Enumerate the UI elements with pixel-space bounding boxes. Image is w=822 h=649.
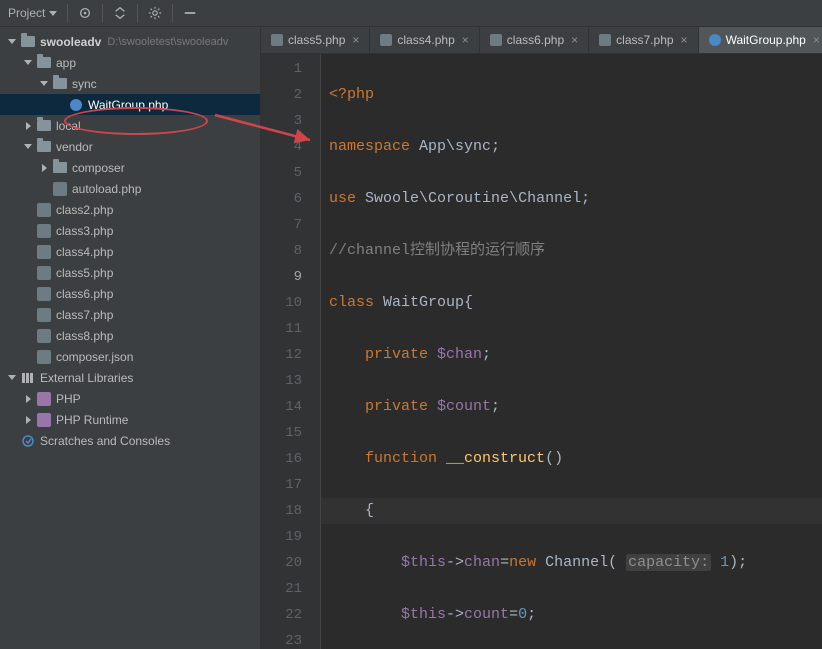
folder-vendor[interactable]: vendor: [0, 136, 260, 157]
php-icon: [37, 392, 51, 406]
tab-class7[interactable]: class7.php×: [589, 27, 698, 53]
close-icon[interactable]: ×: [571, 33, 578, 47]
file-class5[interactable]: class5.php: [0, 262, 260, 283]
php-icon: [37, 224, 51, 238]
php-icon: [599, 34, 611, 46]
chevron-down-icon: [49, 11, 57, 16]
php-icon: [380, 34, 392, 46]
tab-class4[interactable]: class4.php×: [370, 27, 479, 53]
chevron-right-icon: [42, 164, 47, 172]
folder-local[interactable]: local: [0, 115, 260, 136]
gear-icon: [148, 6, 162, 20]
lib-php[interactable]: PHP: [0, 388, 260, 409]
editor-area: class5.php× class4.php× class6.php× clas…: [261, 27, 822, 649]
folder-icon: [37, 141, 51, 152]
php-icon: [53, 182, 67, 196]
php-icon: [271, 34, 283, 46]
chevron-right-icon: [26, 395, 31, 403]
tab-class6[interactable]: class6.php×: [480, 27, 589, 53]
close-icon[interactable]: ×: [681, 33, 688, 47]
php-icon: [37, 413, 51, 427]
chevron-right-icon: [26, 122, 31, 130]
chevron-down-icon: [24, 60, 32, 65]
chevron-right-icon: [26, 416, 31, 424]
editor-tabs: class5.php× class4.php× class6.php× clas…: [261, 27, 822, 54]
separator: [102, 4, 103, 22]
class-icon: [709, 34, 721, 46]
class-icon: [70, 99, 82, 111]
file-class2[interactable]: class2.php: [0, 199, 260, 220]
tab-waitgroup[interactable]: WaitGroup.php×: [699, 27, 822, 53]
project-root[interactable]: swooleadv D:\swooletest\swooleadv: [0, 31, 260, 52]
folder-icon: [37, 57, 51, 68]
project-tree[interactable]: swooleadv D:\swooletest\swooleadv app sy…: [0, 27, 261, 649]
separator: [137, 4, 138, 22]
scope-button[interactable]: [70, 0, 100, 26]
chevron-down-icon: [8, 375, 16, 380]
folder-composer[interactable]: composer: [0, 157, 260, 178]
project-dropdown[interactable]: Project: [0, 0, 65, 26]
json-icon: [37, 350, 51, 364]
collapse-icon: [113, 6, 127, 20]
php-icon: [37, 266, 51, 280]
file-autoload[interactable]: autoload.php: [0, 178, 260, 199]
project-path: D:\swooletest\swooleadv: [107, 36, 228, 48]
project-label: Project: [8, 6, 45, 20]
php-icon: [490, 34, 502, 46]
minimize-icon: [183, 6, 197, 20]
chevron-down-icon: [24, 144, 32, 149]
target-icon: [78, 6, 92, 20]
folder-sync[interactable]: sync: [0, 73, 260, 94]
file-class3[interactable]: class3.php: [0, 220, 260, 241]
lib-php-runtime[interactable]: PHP Runtime: [0, 409, 260, 430]
php-icon: [37, 287, 51, 301]
file-class8[interactable]: class8.php: [0, 325, 260, 346]
project-toolbar: Project: [0, 0, 822, 27]
code-content[interactable]: <?php namespace App\sync; use Swoole\Cor…: [321, 54, 822, 649]
collapse-button[interactable]: [105, 0, 135, 26]
folder-icon: [21, 36, 35, 47]
code-editor[interactable]: 1 2 3 4 5 6 7 8 9 10 11 12 13 14 15 16 1: [261, 54, 822, 649]
chevron-down-icon: [40, 81, 48, 86]
gutter: 1 2 3 4 5 6 7 8 9 10 11 12 13 14 15 16 1: [261, 54, 321, 649]
separator: [172, 4, 173, 22]
separator: [67, 4, 68, 22]
folder-icon: [37, 120, 51, 131]
file-class6[interactable]: class6.php: [0, 283, 260, 304]
folder-icon: [53, 162, 67, 173]
library-icon: [21, 371, 35, 385]
close-icon[interactable]: ×: [352, 33, 359, 47]
file-waitgroup[interactable]: WaitGroup.php: [0, 94, 260, 115]
close-icon[interactable]: ×: [462, 33, 469, 47]
chevron-down-icon: [8, 39, 16, 44]
close-icon[interactable]: ×: [813, 33, 820, 47]
file-class7[interactable]: class7.php: [0, 304, 260, 325]
php-icon: [37, 203, 51, 217]
external-libraries[interactable]: External Libraries: [0, 367, 260, 388]
scratches[interactable]: Scratches and Consoles: [0, 430, 260, 451]
folder-icon: [53, 78, 67, 89]
tab-class5[interactable]: class5.php×: [261, 27, 370, 53]
project-name: swooleadv: [40, 35, 101, 49]
php-icon: [37, 245, 51, 259]
folder-app[interactable]: app: [0, 52, 260, 73]
php-icon: [37, 329, 51, 343]
file-composer-json[interactable]: composer.json: [0, 346, 260, 367]
file-class4[interactable]: class4.php: [0, 241, 260, 262]
php-icon: [37, 308, 51, 322]
scratch-icon: [21, 434, 35, 448]
hide-button[interactable]: [175, 0, 205, 26]
settings-button[interactable]: [140, 0, 170, 26]
